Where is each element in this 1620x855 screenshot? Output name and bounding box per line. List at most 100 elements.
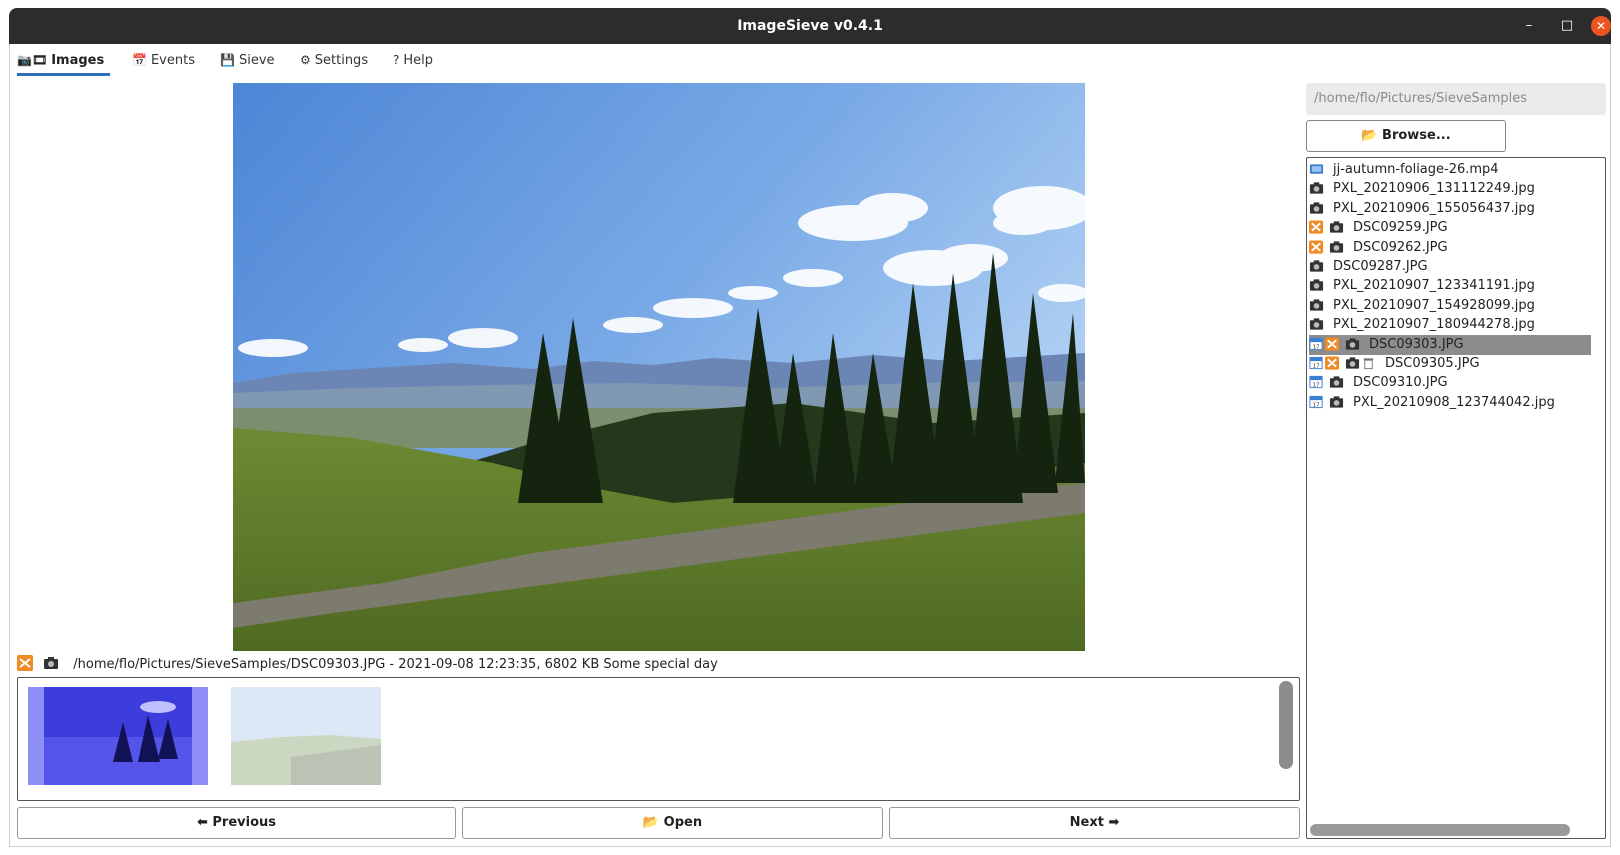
calendar-icon: 17 xyxy=(1309,395,1323,408)
file-status-icons xyxy=(1309,276,1325,296)
file-status-icons xyxy=(1309,218,1345,238)
folder-icon: 📂 xyxy=(1361,128,1378,143)
calendar-icon: 📅 xyxy=(132,53,147,67)
tab-settings-label: Settings xyxy=(314,53,369,68)
svg-text:17: 17 xyxy=(1312,383,1320,389)
camera-icon xyxy=(1309,318,1324,330)
file-list-item[interactable]: DSC09287.JPG xyxy=(1309,257,1591,277)
file-name: DSC09287.JPG xyxy=(1333,259,1428,274)
camera-icon xyxy=(1345,357,1360,369)
camera-icon xyxy=(1329,396,1344,408)
camera-icon xyxy=(1329,376,1344,389)
file-list-item[interactable]: DSC09262.JPG xyxy=(1309,238,1591,258)
shuffle-icon xyxy=(1325,356,1340,370)
file-status-icons xyxy=(1309,257,1325,277)
title-bar: ImageSieve v0.4.1 – □ ✕ xyxy=(9,8,1611,44)
camera-icon xyxy=(1329,221,1344,233)
tab-sieve[interactable]: 💾 Sieve xyxy=(220,48,282,76)
image-info-bar: /home/flo/Pictures/SieveSamples/DSC09303… xyxy=(17,655,718,673)
folder-path-field[interactable]: /home/flo/Pictures/SieveSamples xyxy=(1306,83,1606,115)
tab-images-label: Images xyxy=(51,53,105,68)
tab-events[interactable]: 📅 Events xyxy=(132,48,202,76)
file-status-icons xyxy=(1309,238,1345,258)
file-status-icons xyxy=(1309,179,1325,199)
camera-icon xyxy=(1309,202,1324,214)
question-icon: ? xyxy=(393,53,400,67)
camera-icon xyxy=(1329,240,1344,253)
file-status-icons xyxy=(1309,296,1325,316)
tab-sieve-label: Sieve xyxy=(238,53,275,68)
close-button[interactable]: ✕ xyxy=(1591,16,1611,36)
tab-images[interactable]: 📷🎞 Images xyxy=(17,48,110,76)
trash-icon xyxy=(1363,358,1374,370)
file-name: PXL_20210908_123744042.jpg xyxy=(1353,394,1555,410)
file-status-icons xyxy=(1309,315,1325,335)
file-list-item[interactable]: PXL_20210906_155056437.jpg xyxy=(1309,199,1591,219)
file-name: PXL_20210906_131112249.jpg xyxy=(1333,181,1535,197)
file-list-item[interactable]: 17 DSC09310.JPG xyxy=(1309,373,1591,393)
previous-button[interactable]: ⬅ Previous xyxy=(17,807,456,839)
shuffle-icon xyxy=(1325,337,1340,351)
calendar-icon: 17 xyxy=(1309,337,1323,350)
open-button-label: Open xyxy=(663,815,703,830)
file-name: DSC09310.JPG xyxy=(1353,375,1448,391)
file-name: DSC09303.JPG xyxy=(1369,336,1464,352)
file-status-icons xyxy=(1309,160,1325,180)
camera-icon xyxy=(1309,182,1324,195)
window-title: ImageSieve v0.4.1 xyxy=(737,18,883,34)
calendar-icon: 17 xyxy=(1309,376,1323,389)
svg-text:17: 17 xyxy=(1312,402,1320,408)
camera-icon xyxy=(1309,279,1324,292)
floppy-disk-icon: 💾 xyxy=(220,53,235,67)
file-status-icons: 17 xyxy=(1309,335,1361,355)
file-status-icons xyxy=(1309,199,1325,219)
file-name: PXL_20210907_123341191.jpg xyxy=(1333,278,1535,294)
svg-text:17: 17 xyxy=(1312,344,1320,350)
file-status-icons: 17 xyxy=(1309,373,1345,393)
tab-settings[interactable]: ⚙ Settings xyxy=(300,48,375,76)
file-list-item[interactable]: jj-autumn-foliage-26.mp4 xyxy=(1309,160,1591,180)
tab-help[interactable]: ? Help xyxy=(393,48,443,76)
file-list-scrollbar[interactable] xyxy=(1310,824,1570,836)
thumbnail-scrollbar[interactable] xyxy=(1279,681,1293,769)
file-status-icons: 17 xyxy=(1309,393,1345,413)
camera-icon xyxy=(44,657,59,669)
file-list-item[interactable]: PXL_20210907_123341191.jpg xyxy=(1309,276,1591,296)
tab-events-label: Events xyxy=(150,53,195,68)
browse-button[interactable]: 📂 Browse... xyxy=(1306,120,1506,152)
image-path-label: /home/flo/Pictures/SieveSamples/DSC09303… xyxy=(73,657,718,672)
file-status-icons: 17 xyxy=(1309,354,1377,374)
shuffle-icon xyxy=(17,655,33,671)
camera-icon xyxy=(1309,299,1324,311)
image-viewer[interactable] xyxy=(233,83,1085,651)
tab-help-label: Help xyxy=(403,53,434,68)
shuffle-icon xyxy=(1309,220,1324,234)
thumbnail-selected[interactable] xyxy=(28,687,208,785)
film-icon xyxy=(1309,164,1324,174)
file-list[interactable]: jj-autumn-foliage-26.mp4 PXL_20210906_131… xyxy=(1306,157,1606,839)
file-name: PXL_20210907_154928099.jpg xyxy=(1333,297,1535,313)
svg-text:17: 17 xyxy=(1312,364,1320,370)
next-button[interactable]: Next ➡ xyxy=(889,807,1300,839)
file-list-item[interactable]: PXL_20210907_180944278.jpg xyxy=(1309,315,1591,335)
file-name: PXL_20210906_155056437.jpg xyxy=(1333,200,1535,216)
thumbnail-strip[interactable] xyxy=(17,677,1300,801)
folder-icon: 📂 xyxy=(642,815,660,830)
file-list-item[interactable]: 17 PXL_20210908_123744042.jpg xyxy=(1309,393,1591,413)
file-list-item[interactable]: 17 DSC09303.JPG xyxy=(1309,334,1591,355)
file-list-item[interactable]: PXL_20210906_131112249.jpg xyxy=(1309,179,1591,199)
file-name: jj-autumn-foliage-26.mp4 xyxy=(1333,162,1499,177)
file-list-item[interactable]: DSC09259.JPG xyxy=(1309,218,1591,238)
camera-icon xyxy=(1309,260,1324,272)
file-list-item[interactable]: PXL_20210907_154928099.jpg xyxy=(1309,296,1591,316)
thumbnail-next[interactable] xyxy=(231,687,381,785)
browse-button-label: Browse... xyxy=(1382,128,1451,143)
file-list-item[interactable]: 17 DSC09305.JPG xyxy=(1309,354,1591,374)
calendar-icon: 17 xyxy=(1309,356,1323,370)
minimize-button[interactable]: – xyxy=(1519,16,1539,36)
gear-icon: ⚙ xyxy=(300,53,311,67)
camera-film-icon: 📷🎞 xyxy=(17,53,48,67)
camera-icon xyxy=(1345,337,1360,350)
maximize-button[interactable]: □ xyxy=(1557,16,1577,36)
open-button[interactable]: 📂 Open xyxy=(462,807,883,839)
